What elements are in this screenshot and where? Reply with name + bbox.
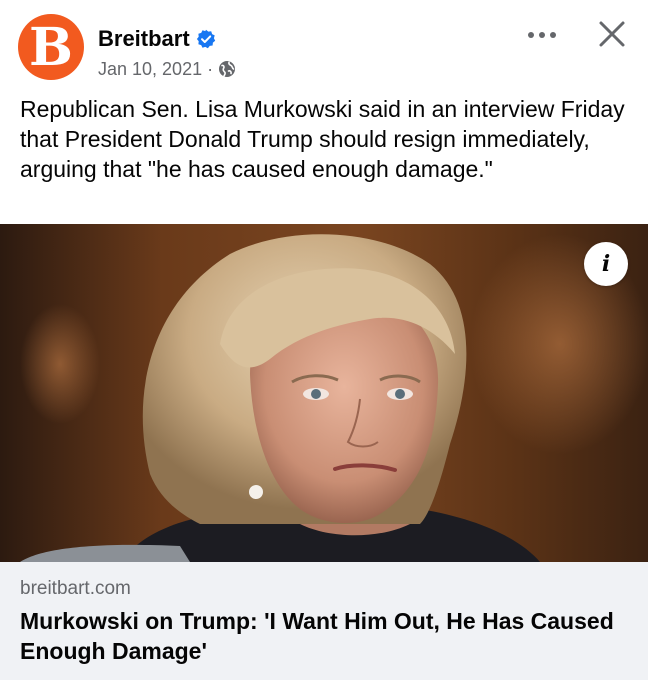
- post-photo[interactable]: i: [0, 224, 648, 562]
- more-options-icon: [528, 32, 556, 38]
- post-text: Republican Sen. Lisa Murkowski said in a…: [20, 96, 625, 182]
- meta-separator: ·: [207, 58, 214, 79]
- link-preview[interactable]: breitbart.com Murkowski on Trump: 'I Wan…: [0, 562, 648, 680]
- globe-icon: [218, 60, 236, 78]
- close-icon: [599, 21, 625, 47]
- close-button[interactable]: [592, 14, 632, 54]
- post-header: B Breitbart Jan 10, 2021 ·: [0, 0, 648, 96]
- page-avatar[interactable]: B: [18, 14, 84, 80]
- page-name-row: Breitbart: [98, 24, 216, 54]
- avatar-letter: B: [29, 17, 73, 78]
- link-domain: breitbart.com: [20, 578, 131, 599]
- post-date[interactable]: Jan 10, 2021: [98, 59, 202, 80]
- verified-badge-icon: [196, 29, 216, 49]
- link-title[interactable]: Murkowski on Trump: 'I Want Him Out, He …: [20, 606, 620, 666]
- more-options-button[interactable]: [518, 20, 566, 50]
- facebook-post: B Breitbart Jan 10, 2021 · Republican Se…: [0, 0, 648, 680]
- page-name[interactable]: Breitbart: [98, 26, 190, 52]
- photo-illustration: [0, 224, 648, 562]
- info-button[interactable]: i: [584, 242, 628, 286]
- info-icon: i: [601, 251, 611, 277]
- post-meta: Jan 10, 2021 ·: [98, 57, 236, 81]
